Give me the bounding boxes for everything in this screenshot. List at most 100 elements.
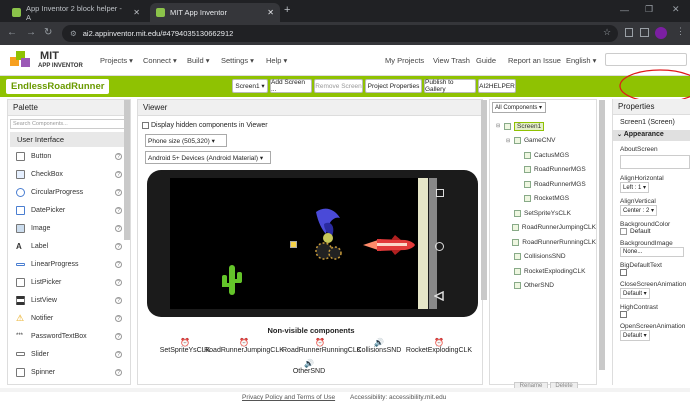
menu-build[interactable]: Build ▾ (187, 56, 210, 65)
profile-avatar[interactable] (655, 27, 667, 39)
help-icon[interactable]: ? (115, 224, 122, 232)
add-screen-button[interactable]: Add Screen ... (270, 79, 312, 93)
link-my-projects[interactable]: My Projects (385, 56, 424, 65)
viewer-scrollbar[interactable] (481, 100, 487, 300)
nonvisible-item[interactable]: 🔊 OtherSND (284, 359, 334, 375)
device-type-select[interactable]: Android 5+ Devices (Android Material) ▾ (145, 151, 271, 164)
close-window-icon[interactable]: ✕ (672, 4, 680, 15)
palette-item-notifier[interactable]: ⚠ Notifier? (8, 309, 130, 327)
page-horizontal-scrollbar[interactable] (0, 388, 690, 392)
tree-item[interactable]: CactusMGS (490, 148, 596, 163)
tree-item[interactable]: CollisionsSND (490, 250, 596, 265)
help-icon[interactable]: ? (115, 242, 122, 250)
background-color-picker[interactable]: Default (620, 228, 690, 235)
recents-nav-icon[interactable] (436, 189, 444, 197)
back-icon[interactable]: ← (7, 27, 17, 38)
components-scrollbar[interactable] (599, 100, 605, 370)
help-icon[interactable]: ? (115, 332, 122, 340)
tree-item[interactable]: SetSpriteYsCLK (490, 206, 596, 221)
ai2helper-button[interactable]: AI2HELPER (478, 79, 516, 93)
tree-toggle-icon[interactable]: ⊟ (506, 138, 511, 144)
help-icon[interactable]: ? (115, 170, 122, 178)
high-contrast-checkbox[interactable] (620, 311, 627, 318)
link-view-trash[interactable]: View Trash (433, 56, 470, 65)
palette-item-button[interactable]: Button? (8, 147, 130, 165)
more-menu-icon[interactable]: ⋮ (676, 26, 685, 37)
back-nav-icon[interactable] (434, 291, 444, 301)
palette-item-image[interactable]: Image? (8, 219, 130, 237)
help-icon[interactable]: ? (115, 152, 122, 160)
menu-projects[interactable]: Projects ▾ (100, 56, 133, 65)
browser-tab-helper[interactable]: App Inventor 2 block helper - A ✕ (6, 3, 146, 22)
accessibility-link[interactable]: Accessibility: accessibility.mit.edu (350, 394, 446, 401)
sidepanel-icon[interactable] (640, 28, 649, 37)
help-icon[interactable]: ? (115, 350, 122, 358)
link-report-issue[interactable]: Report an Issue (508, 56, 561, 65)
background-image-picker[interactable]: None... (620, 247, 684, 257)
account-box[interactable] (605, 53, 687, 66)
palette-item-linearprogress[interactable]: LinearProgress? (8, 255, 130, 273)
language-select[interactable]: English ▾ (566, 56, 596, 65)
palette-item-passwordtextbox[interactable]: *** PasswordTextBox? (8, 327, 130, 345)
palette-item-listpicker[interactable]: ListPicker? (8, 273, 130, 291)
menu-settings[interactable]: Settings ▾ (221, 56, 254, 65)
help-icon[interactable]: ? (115, 368, 122, 376)
tree-item[interactable]: RoadRunnerRunningCLK (490, 235, 596, 250)
forward-icon[interactable]: → (26, 27, 36, 38)
tree-toggle-icon[interactable]: ⊟ (496, 123, 501, 129)
checkbox-box[interactable] (142, 122, 149, 129)
privacy-link[interactable]: Privacy Policy and Terms of Use (242, 394, 335, 401)
palette-search-input[interactable]: Search Components... (10, 119, 128, 129)
tree-item[interactable]: OtherSND (490, 279, 596, 294)
tree-item[interactable]: ⊟ GameCNV (490, 134, 596, 149)
tree-item[interactable]: RoadRunnerMGS (490, 177, 596, 192)
palette-item-datepicker[interactable]: DatePicker? (8, 201, 130, 219)
palette-item-listview[interactable]: ListView? (8, 291, 130, 309)
appearance-section[interactable]: ⌄ Appearance (613, 130, 690, 141)
nonvisible-item[interactable]: ⏰ RoadRunnerJumpingCLK (204, 338, 284, 354)
close-tab-icon[interactable]: ✕ (267, 8, 274, 17)
big-default-text-checkbox[interactable] (620, 269, 627, 276)
help-icon[interactable]: ? (115, 278, 122, 286)
help-icon[interactable]: ? (115, 296, 122, 304)
tree-item[interactable]: RocketExplodingCLK (490, 264, 596, 279)
align-horizontal-select[interactable]: Left : 1 ▾ (620, 182, 650, 193)
restore-icon[interactable]: ❐ (645, 4, 653, 15)
palette-item-circularprogress[interactable]: CircularProgress? (8, 183, 130, 201)
screen-select[interactable]: Screen1 ▾ (232, 79, 268, 93)
address-bar[interactable]: ⚙ ai2.appinventor.mit.edu/#4794035130662… (62, 25, 618, 42)
components-filter-select[interactable]: All Components ▾ (492, 102, 546, 113)
align-vertical-select[interactable]: Center : 2 ▾ (620, 205, 658, 216)
remove-screen-button[interactable]: Remove Screen (314, 79, 363, 93)
bookmark-star-icon[interactable]: ☆ (603, 27, 611, 38)
phone-size-select[interactable]: Phone size (505,320) ▾ (145, 134, 227, 147)
palette-item-spinner[interactable]: Spinner? (8, 363, 130, 381)
nonvisible-item[interactable]: ⏰ RoadRunnerRunningCLK (282, 338, 361, 354)
reload-icon[interactable]: ↻ (44, 27, 52, 38)
help-icon[interactable]: ? (115, 188, 122, 196)
menu-connect[interactable]: Connect ▾ (143, 56, 177, 65)
tree-item-screen[interactable]: ⊟ Screen1 (490, 119, 596, 134)
open-animation-select[interactable]: Default ▾ (620, 330, 650, 341)
palette-item-label[interactable]: A Label? (8, 237, 130, 255)
link-guide[interactable]: Guide (476, 56, 496, 65)
minimize-icon[interactable]: — (620, 5, 629, 15)
help-icon[interactable]: ? (115, 314, 122, 322)
display-hidden-checkbox[interactable]: Display hidden components in Viewer (142, 122, 268, 129)
project-properties-button[interactable]: Project Properties (365, 79, 422, 93)
extensions-icon[interactable] (625, 28, 633, 37)
about-screen-textarea[interactable] (620, 155, 690, 169)
palette-scrollbar[interactable] (124, 100, 130, 240)
nonvisible-item[interactable]: ⏰ RocketExplodingCLK (402, 338, 476, 354)
publish-gallery-button[interactable]: Publish to Gallery (424, 79, 476, 93)
palette-category-user-interface[interactable]: User Interface (10, 132, 128, 147)
help-icon[interactable]: ? (115, 206, 122, 214)
palette-item-checkbox[interactable]: CheckBox? (8, 165, 130, 183)
home-nav-icon[interactable] (435, 242, 444, 251)
help-icon[interactable]: ? (115, 260, 122, 268)
palette-item-slider[interactable]: Slider? (8, 345, 130, 363)
new-tab-icon[interactable]: + (284, 4, 290, 16)
nonvisible-item[interactable]: 🔊 CollisionsSND (354, 338, 404, 354)
tree-item[interactable]: RocketMGS (490, 192, 596, 207)
tree-item[interactable]: RoadRunnerMGS (490, 163, 596, 178)
